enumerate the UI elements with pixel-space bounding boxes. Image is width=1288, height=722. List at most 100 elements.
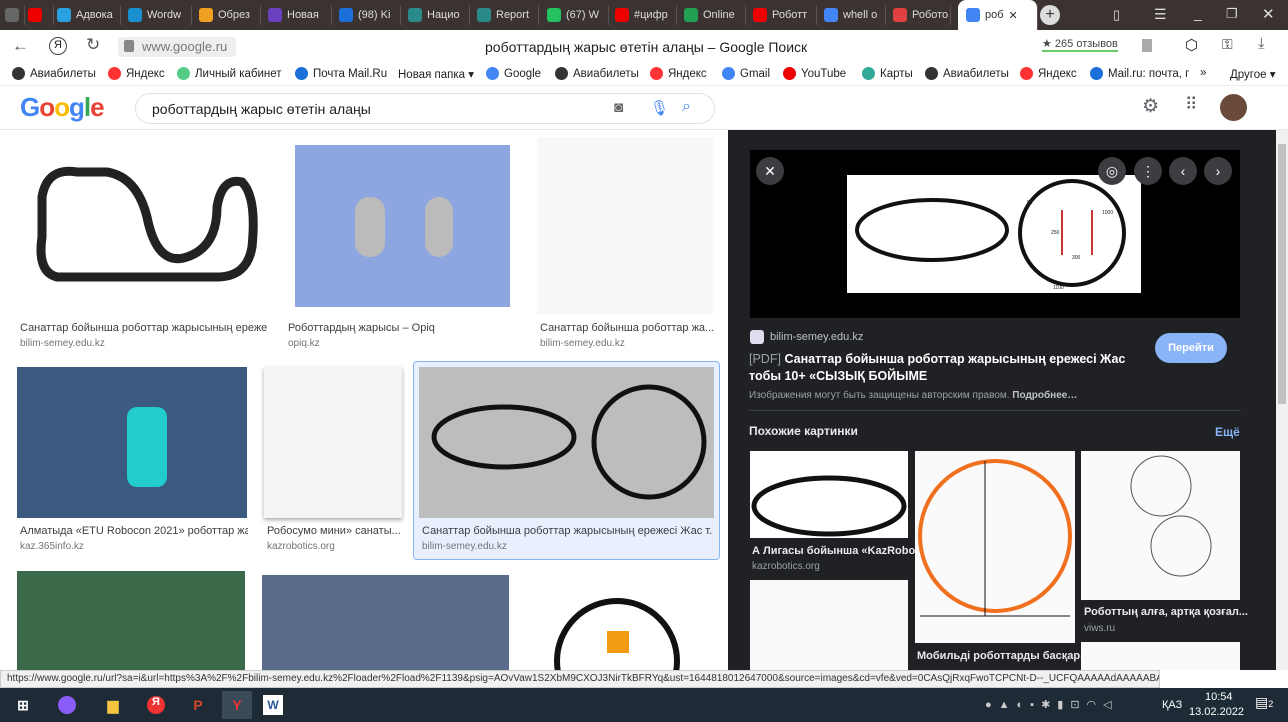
result-image-event[interactable]	[262, 575, 509, 670]
browser-tab[interactable]: Online	[684, 5, 746, 25]
bookmark-item[interactable]: Яндекс	[650, 67, 707, 80]
reviews-link[interactable]: ★ 265 отзывов	[1042, 37, 1118, 52]
yandex-icon[interactable]: Я	[49, 37, 67, 55]
similar-image[interactable]	[750, 451, 908, 538]
bookmark-item[interactable]: Личный кабинет	[177, 67, 282, 80]
tray-icons[interactable]: ●▲◐▪✱▮⊡◠◁	[985, 698, 1119, 711]
notifications-icon[interactable]: ▤2	[1255, 694, 1273, 711]
bookmark-item[interactable]: Яндекс	[1020, 67, 1077, 80]
bookmark-item[interactable]: Яндекс	[108, 67, 165, 80]
clock-date[interactable]: 13.02.2022	[1189, 706, 1244, 718]
result-source[interactable]: opiq.kz	[288, 338, 320, 349]
similar-image[interactable]	[750, 580, 908, 670]
preview-image[interactable]: 1100 1000 250 300 50	[847, 175, 1141, 293]
reload-icon[interactable]: ↻	[86, 35, 100, 55]
yandex-browser-icon[interactable]: Y	[222, 691, 252, 719]
browser-tab[interactable]: Роботт	[753, 5, 817, 25]
result-caption[interactable]: Алматыда «ETU Robocon 2021» роботтар жа.…	[20, 525, 248, 537]
similar-source[interactable]: kazrobotics.org	[752, 561, 820, 572]
source-domain[interactable]: bilim-semey.edu.kz	[770, 331, 863, 343]
clock-time[interactable]: 10:54	[1205, 691, 1233, 703]
result-source[interactable]: kaz.365info.kz	[20, 541, 84, 552]
browser-tab[interactable]: Нацио	[408, 5, 470, 25]
browser-tab[interactable]: Робото	[893, 5, 951, 25]
result-image-track[interactable]	[17, 137, 267, 315]
browser-tab[interactable]: Wordw	[128, 5, 192, 25]
browser-tab[interactable]: whell o	[824, 5, 886, 25]
result-caption[interactable]: Санаттар бойынша роботтар жарысының ереж…	[20, 322, 268, 334]
bookmark-icon[interactable]	[1142, 39, 1152, 52]
download-icon[interactable]: ⤓	[1258, 35, 1265, 52]
settings-icon[interactable]: ⚙	[1142, 95, 1159, 118]
address-field[interactable]: www.google.ru	[118, 37, 236, 57]
result-image-robots[interactable]	[285, 137, 519, 315]
bookmark-item[interactable]: Авиабилеты	[555, 67, 639, 80]
powerpoint-icon[interactable]: P	[183, 691, 213, 719]
visit-button[interactable]: Перейти	[1155, 333, 1227, 363]
language-indicator[interactable]: ҚАЗ	[1162, 699, 1182, 711]
bookmark-item[interactable]: YouTube	[783, 67, 846, 80]
result-title[interactable]: [PDF] Санаттар бойынша роботтар жарысыны…	[749, 351, 1149, 385]
browser-tab[interactable]: (67) W	[547, 5, 609, 25]
google-logo[interactable]: Google	[20, 92, 105, 123]
bookmark-item[interactable]: Авиабилеты	[12, 67, 96, 80]
browser-tab[interactable]: (98) Ki	[339, 5, 401, 25]
result-caption[interactable]: Роботтардың жарысы – Opiq	[288, 322, 518, 334]
search-icon[interactable]: ⌕	[682, 98, 691, 116]
yandex-app-icon[interactable]: Я	[141, 691, 171, 719]
bookmarks-panel-icon[interactable]: ▯	[1113, 7, 1120, 23]
result-source[interactable]: bilim-semey.edu.kz	[422, 541, 507, 552]
browser-tab[interactable]: Report	[477, 5, 539, 25]
apps-icon[interactable]: ⠿	[1185, 95, 1197, 115]
scrollbar[interactable]	[1276, 130, 1288, 670]
similar-image[interactable]	[1081, 451, 1240, 600]
extensions-icon[interactable]: ⬡	[1185, 36, 1198, 54]
bookmark-item[interactable]: Mail.ru: почта, г	[1090, 67, 1189, 80]
browser-tab[interactable]: роб ✕	[958, 0, 1038, 30]
result-caption[interactable]: Санаттар бойынша роботтар жа...	[540, 322, 715, 334]
avatar[interactable]	[1220, 94, 1247, 121]
minimize-icon[interactable]: _	[1194, 5, 1202, 21]
browser-tab[interactable]	[5, 5, 25, 25]
file-explorer-icon[interactable]: ▆	[98, 691, 128, 719]
browser-tab[interactable]: #цифр	[615, 5, 677, 25]
bookmark-item[interactable]: Gmail	[722, 67, 770, 80]
back-icon[interactable]: ←	[12, 36, 29, 56]
more-info-link[interactable]: Подробнее…	[1012, 390, 1077, 401]
similar-caption[interactable]: А Лигасы бойынша «KazRobo...	[752, 545, 924, 557]
result-image-competition[interactable]	[17, 571, 245, 670]
previous-button[interactable]: ‹	[1169, 157, 1197, 185]
result-image-robocon[interactable]	[17, 367, 247, 518]
bookmark-item[interactable]: Google	[486, 67, 541, 80]
similar-caption[interactable]: Роботтың алға, артқа қозғал...	[1084, 606, 1248, 618]
camera-icon[interactable]: ◙	[614, 99, 623, 116]
result-caption[interactable]: Санаттар бойынша роботтар жарысының ереж…	[422, 525, 712, 537]
protect-icon[interactable]: ⚿	[1222, 36, 1233, 53]
close-window-icon[interactable]: ✕	[1262, 5, 1275, 23]
restore-icon[interactable]: ❐	[1226, 6, 1238, 22]
alice-icon[interactable]	[52, 691, 82, 719]
search-box[interactable]: роботтардың жарыс өтетін алаңы ◙ 🎙 ⌕	[135, 93, 715, 124]
word-icon[interactable]: W	[263, 695, 283, 715]
lens-button[interactable]: ◎	[1098, 157, 1126, 185]
similar-image[interactable]	[1081, 642, 1240, 670]
close-panel-button[interactable]: ✕	[756, 157, 784, 185]
bookmarks-more[interactable]: »	[1200, 67, 1206, 79]
bookmark-item[interactable]: Карты	[862, 67, 913, 80]
menu-icon[interactable]: ☰	[1154, 6, 1167, 23]
browser-tab[interactable]	[28, 5, 54, 25]
similar-more-link[interactable]: Ещё	[1215, 425, 1240, 439]
browser-tab[interactable]: Обрез	[199, 5, 261, 25]
browser-tab[interactable]: Адвока	[57, 5, 121, 25]
result-image-arena[interactable]	[419, 367, 714, 518]
result-image-doc2[interactable]	[264, 367, 402, 518]
bookmark-item[interactable]: Новая папка ▾	[398, 67, 474, 81]
close-tab-icon[interactable]: ✕	[1009, 9, 1018, 22]
next-button[interactable]: ›	[1204, 157, 1232, 185]
bookmark-item[interactable]: Почта Mail.Ru	[295, 67, 387, 80]
bookmarks-other[interactable]: Другое ▾	[1230, 67, 1276, 81]
result-source[interactable]: bilim-semey.edu.kz	[540, 338, 625, 349]
start-icon[interactable]: ⊞	[8, 691, 38, 719]
result-caption[interactable]: Робосумо мини» санаты...	[267, 525, 405, 537]
similar-source[interactable]: viws.ru	[1084, 623, 1115, 634]
